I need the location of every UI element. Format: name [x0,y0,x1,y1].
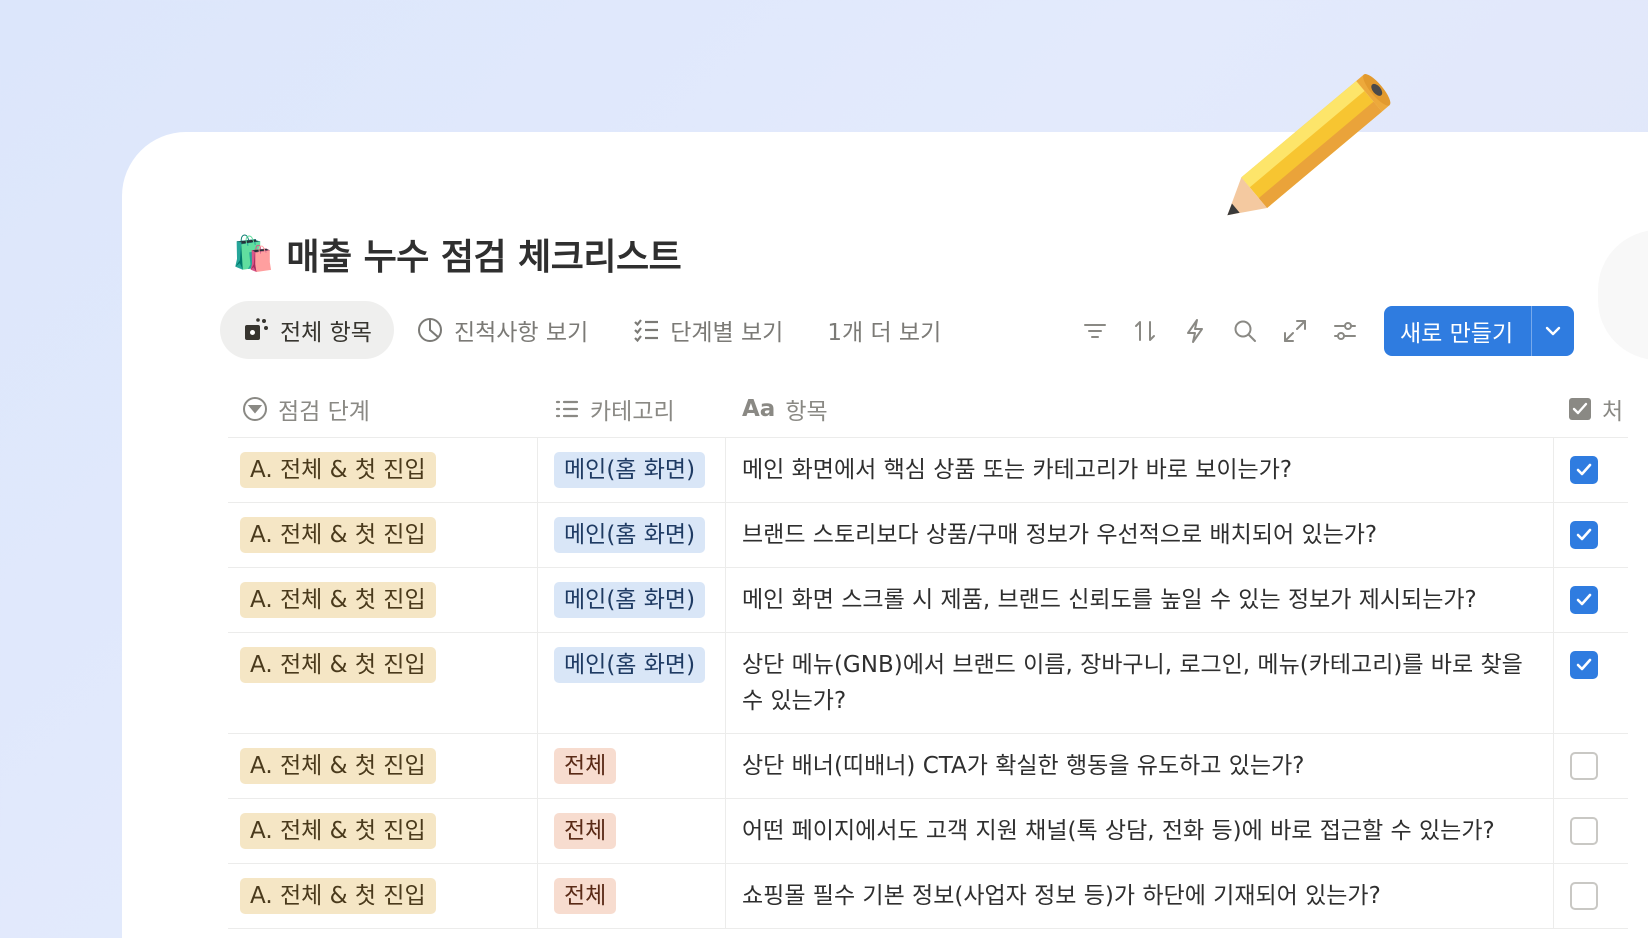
item-text: 상단 메뉴(GNB)에서 브랜드 이름, 장바구니, 로그인, 메뉴(카테고리)… [742,652,1523,714]
automation-button[interactable] [1170,306,1220,356]
check-icon [1576,658,1592,671]
table-row[interactable]: A. 전체 & 첫 진입 전체 어떤 페이지에서도 고객 지원 채널(톡 상담,… [228,799,1628,864]
row-checkbox[interactable] [1570,817,1598,845]
row-checkbox[interactable] [1570,882,1598,910]
row-checkbox[interactable] [1570,651,1598,679]
column-header-category[interactable]: 카테고리 [538,392,726,426]
automation-icon [1187,319,1203,343]
pie-chart-icon [417,318,442,342]
tab-label: 진척사항 보기 [453,320,589,346]
check-icon [1576,463,1592,476]
category-tag: 메인(홈 화면) [554,452,706,488]
item-text: 메인 화면 스크롤 시 제품, 브랜드 신뢰도를 높일 수 있는 정보가 제시되… [742,587,1477,613]
new-button[interactable]: 새로 만들기 [1384,306,1533,356]
column-header-item[interactable]: Aa 항목 [726,392,1554,426]
search-button[interactable] [1220,306,1270,356]
search-icon [1234,320,1256,342]
tab-progress[interactable]: 진척사항 보기 [394,301,610,359]
category-tag: 메인(홈 화면) [554,647,706,683]
stage-tag: A. 전체 & 첫 진입 [240,582,436,618]
category-tag: 전체 [554,748,617,784]
row-checkbox[interactable] [1570,521,1598,549]
category-tag: 전체 [554,878,617,914]
list-icon [555,400,579,417]
column-label: 카테고리 [590,398,675,425]
new-button-group: 새로 만들기 [1384,306,1575,356]
stage-tag: A. 전체 & 첫 진입 [240,748,436,784]
tab-all-items[interactable]: 전체 항목 [220,301,394,359]
chevron-down-icon [1545,326,1561,336]
row-checkbox[interactable] [1570,752,1598,780]
column-label: 처 [1602,398,1624,425]
check-icon [1576,528,1592,541]
shopping-bags-icon: 🛍️ [232,234,275,274]
stage-tag: A. 전체 & 첫 진입 [240,647,436,683]
item-text: 어떤 페이지에서도 고객 지원 채널(톡 상담, 전화 등)에 바로 접근할 수… [742,818,1495,844]
stage-tag: A. 전체 & 첫 진입 [240,517,436,553]
check-icon [1576,593,1592,606]
row-checkbox[interactable] [1570,586,1598,614]
filter-button[interactable] [1070,306,1120,356]
row-checkbox[interactable] [1570,456,1598,484]
checkbox-type-icon [1569,397,1591,420]
table-row[interactable]: A. 전체 & 첫 진입 메인(홈 화면) 상단 메뉴(GNB)에서 브랜드 이… [228,633,1628,734]
item-text: 상단 배너(띠배너) CTA가 확실한 행동을 유도하고 있는가? [742,753,1305,779]
category-tag: 메인(홈 화면) [554,517,706,553]
table-header: 점검 단계 카테고리 Aa 항목 처 [228,380,1628,438]
sort-button[interactable] [1120,306,1170,356]
table-row[interactable]: A. 전체 & 첫 진입 전체 상단 배너(띠배너) CTA가 확실한 행동을 … [228,734,1628,799]
table-row[interactable]: A. 전체 & 첫 진입 메인(홈 화면) 메인 화면에서 핵심 상품 또는 카… [228,438,1628,503]
tab-label: 1개 더 보기 [827,320,942,346]
new-dropdown-button[interactable] [1532,306,1574,356]
stage-tag: A. 전체 & 첫 진입 [240,452,436,488]
status-icon [243,396,267,421]
settings-sliders-icon [1334,322,1356,340]
pencil-icon [1227,74,1391,216]
table-row[interactable]: A. 전체 & 첫 진입 메인(홈 화면) 브랜드 스토리보다 상품/구매 정보… [228,503,1628,568]
category-tag: 메인(홈 화면) [554,582,706,618]
sort-icon [1135,321,1155,341]
item-text: 메인 화면에서 핵심 상품 또는 카테고리가 바로 보이는가? [742,457,1293,483]
checklist-icon [634,319,659,343]
expand-icon [1284,320,1306,342]
page-title: 매출 누수 점검 체크리스트 [286,237,682,278]
stage-tag: A. 전체 & 첫 진입 [240,878,436,914]
gallery-icon [245,318,268,340]
view-tabs: 전체 항목 진척사항 보기 단계별 보기 1개 더 보기 [220,300,963,360]
column-header-stage[interactable]: 점검 단계 [228,392,538,426]
category-tag: 전체 [554,813,617,849]
tab-label: 전체 항목 [280,320,372,346]
table-row[interactable]: A. 전체 & 첫 진입 메인(홈 화면) 메인 화면 스크롤 시 제품, 브랜… [228,568,1628,633]
item-text: 브랜드 스토리보다 상품/구매 정보가 우선적으로 배치되어 있는가? [742,522,1378,548]
table-row[interactable]: A. 전체 & 첫 진입 전체 쇼핑몰 필수 기본 정보(사업자 정보 등)가 … [228,864,1628,929]
database-toolbar: 새로 만들기 [1070,306,1575,356]
column-label: 항목 [785,398,828,425]
tab-more-views[interactable]: 1개 더 보기 [805,301,963,359]
text-type-icon: Aa [742,395,776,422]
tab-by-stage[interactable]: 단계별 보기 [610,301,805,359]
tab-label: 단계별 보기 [670,320,784,346]
settings-button[interactable] [1320,306,1370,356]
column-header-check[interactable]: 처 [1554,392,1628,426]
item-text: 쇼핑몰 필수 기본 정보(사업자 정보 등)가 하단에 기재되어 있는가? [742,883,1381,909]
expand-button[interactable] [1270,306,1320,356]
database-table: 점검 단계 카테고리 Aa 항목 처 A. 전체 & 첫 진입 메인(홈 화면)… [228,380,1628,929]
filter-icon [1084,324,1106,338]
column-label: 점검 단계 [278,398,370,425]
stage-tag: A. 전체 & 첫 진입 [240,813,436,849]
